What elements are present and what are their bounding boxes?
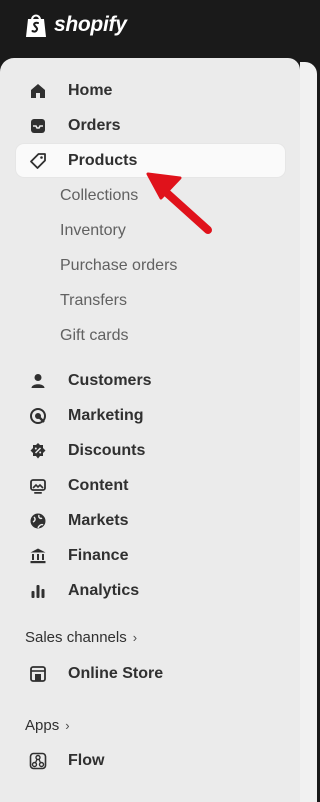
main-content-edge	[300, 62, 317, 802]
sidebar-item-label: Orders	[68, 116, 121, 134]
brand-name: shopify	[54, 13, 127, 36]
sidebar-subitem-inventory[interactable]: Inventory	[16, 214, 285, 247]
section-title: Apps	[25, 716, 60, 734]
sidebar-subitem-collections[interactable]: Collections	[16, 179, 285, 212]
discount-icon	[28, 441, 48, 461]
sidebar-item-flow[interactable]: Flow	[16, 744, 285, 777]
section-title: Sales channels	[25, 628, 127, 646]
home-icon	[28, 81, 48, 101]
bank-icon	[28, 546, 48, 566]
globe-icon	[28, 511, 48, 531]
sidebar-item-products[interactable]: Products	[16, 144, 285, 177]
sidebar-item-label: Online Store	[68, 664, 164, 682]
sidebar-item-finance[interactable]: Finance	[16, 539, 285, 572]
sidebar-item-label: Markets	[68, 511, 129, 529]
sidebar-item-analytics[interactable]: Analytics	[16, 574, 285, 607]
store-bag-icon	[26, 14, 46, 37]
chevron-right-icon: ›	[65, 717, 70, 733]
shopify-logo[interactable]: shopify	[24, 10, 127, 40]
sidebar-item-markets[interactable]: Markets	[16, 504, 285, 537]
sales-channels-header[interactable]: Sales channels ›	[25, 626, 137, 648]
flow-icon	[28, 751, 48, 771]
chevron-right-icon: ›	[132, 629, 138, 645]
person-icon	[28, 371, 48, 391]
sidebar-item-home[interactable]: Home	[16, 74, 285, 107]
sidebar-item-label: Marketing	[68, 406, 144, 424]
sidebar-item-label: Analytics	[68, 581, 140, 599]
sidebar-item-label: Content	[68, 476, 129, 494]
sidebar-item-label: Flow	[68, 751, 105, 769]
sidebar-subitem-purchase-orders[interactable]: Purchase orders	[16, 249, 285, 282]
sidebar-subitem-gift-cards[interactable]: Gift cards	[16, 319, 285, 352]
sidebar-item-label: Customers	[68, 371, 152, 389]
bar-chart-icon	[28, 581, 48, 601]
inbox-icon	[28, 116, 48, 136]
online-store-icon	[28, 664, 48, 684]
sidebar-item-orders[interactable]: Orders	[16, 109, 285, 142]
image-icon	[28, 476, 48, 496]
sidebar-item-content[interactable]: Content	[16, 469, 285, 502]
apps-header[interactable]: Apps ›	[25, 714, 70, 736]
sidebar-item-discounts[interactable]: Discounts	[16, 434, 285, 467]
sidebar-item-label: Finance	[68, 546, 129, 564]
sidebar-item-label: Home	[68, 81, 113, 99]
sidebar-item-marketing[interactable]: Marketing	[16, 399, 285, 432]
sidebar-item-online-store[interactable]: Online Store	[16, 657, 285, 690]
sidebar-subitem-transfers[interactable]: Transfers	[16, 284, 285, 317]
tag-icon	[28, 151, 48, 171]
sidebar-item-customers[interactable]: Customers	[16, 364, 285, 397]
sidebar-item-label: Products	[68, 151, 138, 169]
top-bar: shopify	[0, 0, 317, 58]
target-icon	[28, 406, 48, 426]
sidebar-item-label: Discounts	[68, 441, 146, 459]
